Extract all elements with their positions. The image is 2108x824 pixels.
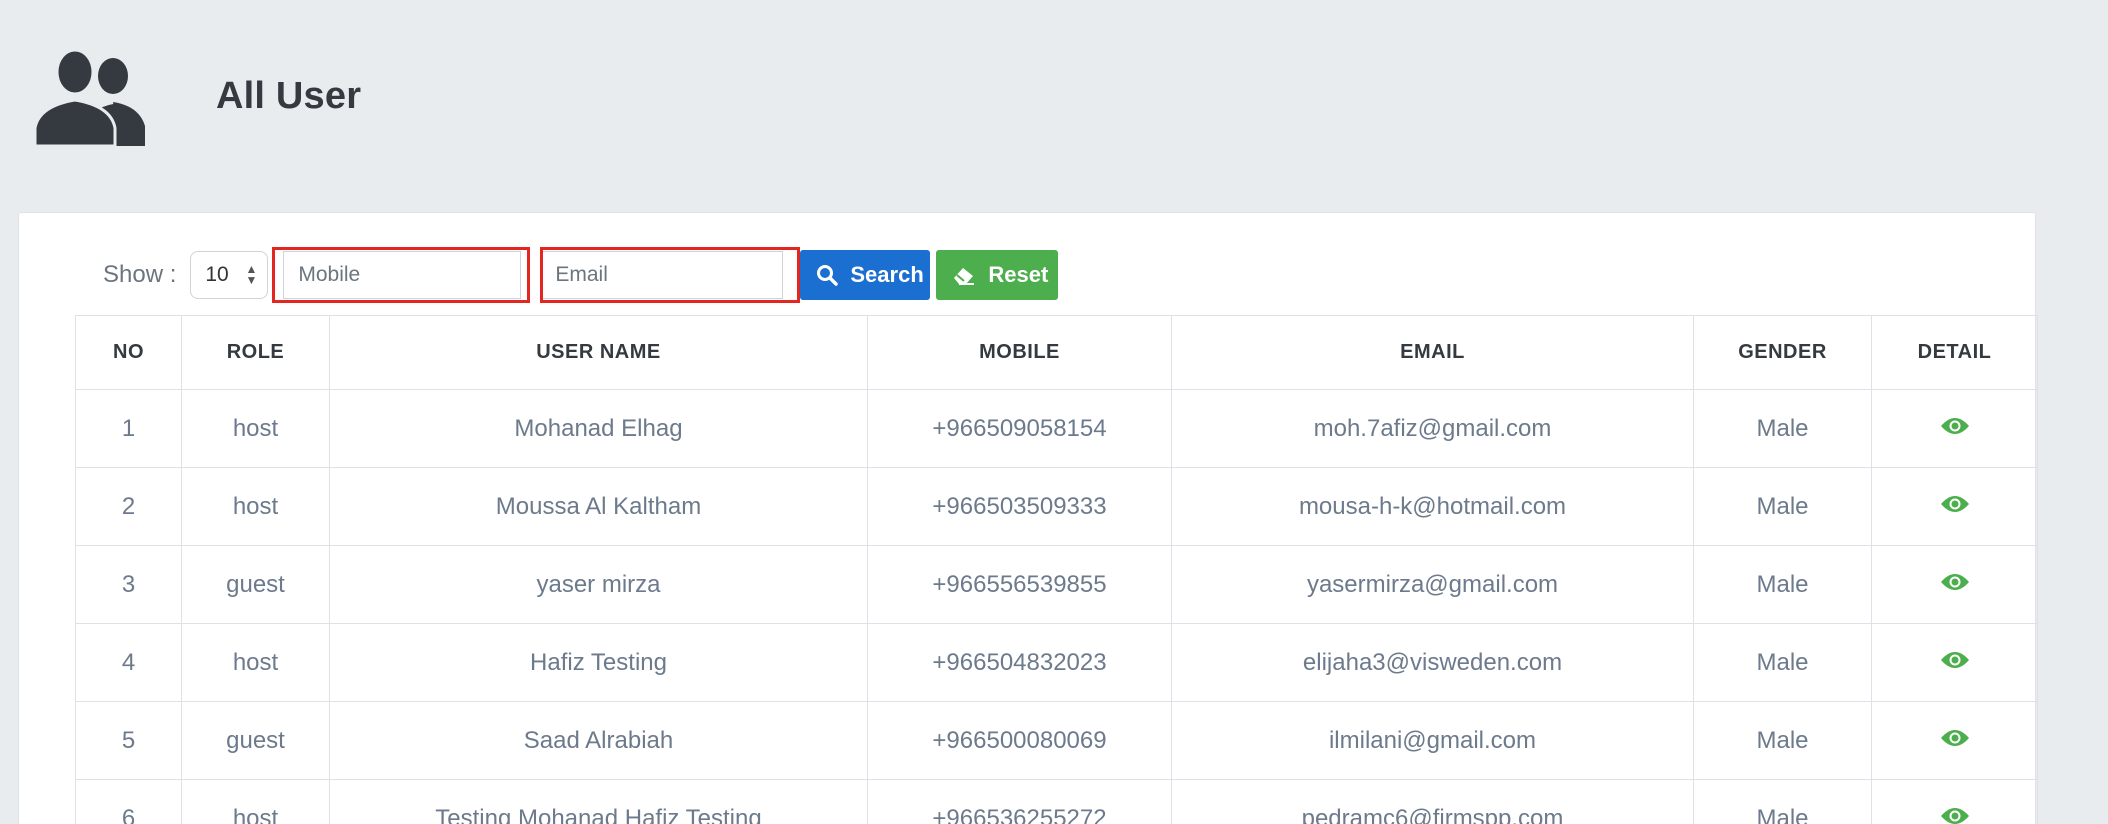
cell-user-name: Hafiz Testing	[329, 623, 868, 702]
cell-email: pedramc6@firmspp.com	[1171, 779, 1694, 824]
filter-toolbar: Show : 10 ▲▼ Search Reset	[103, 247, 1059, 303]
eye-icon[interactable]	[1940, 494, 1970, 514]
column-header-role[interactable]: ROLE	[181, 315, 330, 390]
cell-mobile: +966556539855	[867, 545, 1172, 624]
eraser-icon	[952, 265, 976, 285]
show-label: Show :	[103, 261, 177, 288]
search-icon	[816, 264, 839, 286]
mobile-input[interactable]	[283, 251, 522, 299]
table-header-row: NO ROLE USER NAME MOBILE EMAIL GENDER DE…	[75, 315, 2038, 390]
table-row: 2 host Moussa Al Kaltham +966503509333 m…	[75, 467, 2038, 546]
cell-detail	[1871, 779, 2038, 824]
column-header-email[interactable]: EMAIL	[1171, 315, 1694, 390]
page-size-value: 10	[205, 263, 229, 286]
cell-no: 2	[75, 467, 182, 546]
cell-no: 1	[75, 389, 182, 468]
users-icon	[35, 48, 145, 146]
column-header-user-name[interactable]: USER NAME	[329, 315, 868, 390]
column-header-no[interactable]: NO	[75, 315, 182, 390]
cell-role: host	[181, 623, 330, 702]
cell-gender: Male	[1693, 779, 1872, 824]
cell-detail	[1871, 389, 2038, 468]
cell-mobile: +966509058154	[867, 389, 1172, 468]
column-header-gender[interactable]: GENDER	[1693, 315, 1872, 390]
cell-gender: Male	[1693, 389, 1872, 468]
cell-gender: Male	[1693, 467, 1872, 546]
cell-user-name: Mohanad Elhag	[329, 389, 868, 468]
page-title: All User	[216, 74, 362, 117]
email-field-highlight	[540, 247, 801, 303]
email-input[interactable]	[543, 251, 784, 299]
cell-role: host	[181, 389, 330, 468]
page: All User Show : 10 ▲▼ Search	[0, 0, 2108, 824]
cell-no: 5	[75, 701, 182, 780]
cell-role: guest	[181, 545, 330, 624]
reset-button[interactable]: Reset	[936, 250, 1059, 300]
table-row: 3 guest yaser mirza +966556539855 yaserm…	[75, 545, 2038, 624]
cell-mobile: +966504832023	[867, 623, 1172, 702]
cell-role: host	[181, 467, 330, 546]
cell-mobile: +966536255272	[867, 779, 1172, 824]
cell-role: guest	[181, 701, 330, 780]
cell-gender: Male	[1693, 623, 1872, 702]
cell-user-name: Moussa Al Kaltham	[329, 467, 868, 546]
users-card: Show : 10 ▲▼ Search Reset	[18, 212, 2038, 824]
eye-icon[interactable]	[1940, 572, 1970, 592]
eye-icon[interactable]	[1940, 416, 1970, 436]
eye-icon[interactable]	[1940, 806, 1970, 824]
cell-no: 4	[75, 623, 182, 702]
cell-detail	[1871, 545, 2038, 624]
table-row: 5 guest Saad Alrabiah +966500080069 ilmi…	[75, 701, 2038, 780]
table-row: 1 host Mohanad Elhag +966509058154 moh.7…	[75, 389, 2038, 468]
eye-icon[interactable]	[1940, 650, 1970, 670]
cell-user-name: Saad Alrabiah	[329, 701, 868, 780]
select-arrows-icon: ▲ ▼	[245, 262, 258, 287]
users-table-wrap: NO ROLE USER NAME MOBILE EMAIL GENDER DE…	[75, 315, 2038, 824]
cell-detail	[1871, 623, 2038, 702]
cell-email: elijaha3@visweden.com	[1171, 623, 1694, 702]
cell-mobile: +966503509333	[867, 467, 1172, 546]
cell-no: 6	[75, 779, 182, 824]
page-size-select[interactable]: 10 ▲ ▼	[190, 251, 269, 299]
cell-mobile: +966500080069	[867, 701, 1172, 780]
cell-detail	[1871, 701, 2038, 780]
cell-role: host	[181, 779, 330, 824]
cell-email: yasermirza@gmail.com	[1171, 545, 1694, 624]
cell-email: mousa-h-k@hotmail.com	[1171, 467, 1694, 546]
cell-detail	[1871, 467, 2038, 546]
eye-icon[interactable]	[1940, 728, 1970, 748]
search-button[interactable]: Search	[800, 250, 931, 300]
cell-gender: Male	[1693, 701, 1872, 780]
table-row: 6 host Testing Mohanad Hafiz Testing +96…	[75, 779, 2038, 824]
users-table: NO ROLE USER NAME MOBILE EMAIL GENDER DE…	[75, 315, 2038, 824]
reset-button-label: Reset	[988, 262, 1049, 287]
table-row: 4 host Hafiz Testing +966504832023 elija…	[75, 623, 2038, 702]
cell-user-name: yaser mirza	[329, 545, 868, 624]
cell-no: 3	[75, 545, 182, 624]
search-button-label: Search	[850, 262, 924, 287]
mobile-field-highlight	[272, 247, 531, 303]
cell-user-name: Testing Mohanad Hafiz Testing	[329, 779, 868, 824]
cell-email: ilmilani@gmail.com	[1171, 701, 1694, 780]
column-header-mobile[interactable]: MOBILE	[867, 315, 1172, 390]
page-header: All User	[35, 46, 361, 146]
cell-gender: Male	[1693, 545, 1872, 624]
cell-email: moh.7afiz@gmail.com	[1171, 389, 1694, 468]
column-header-detail: DETAIL	[1871, 315, 2038, 390]
